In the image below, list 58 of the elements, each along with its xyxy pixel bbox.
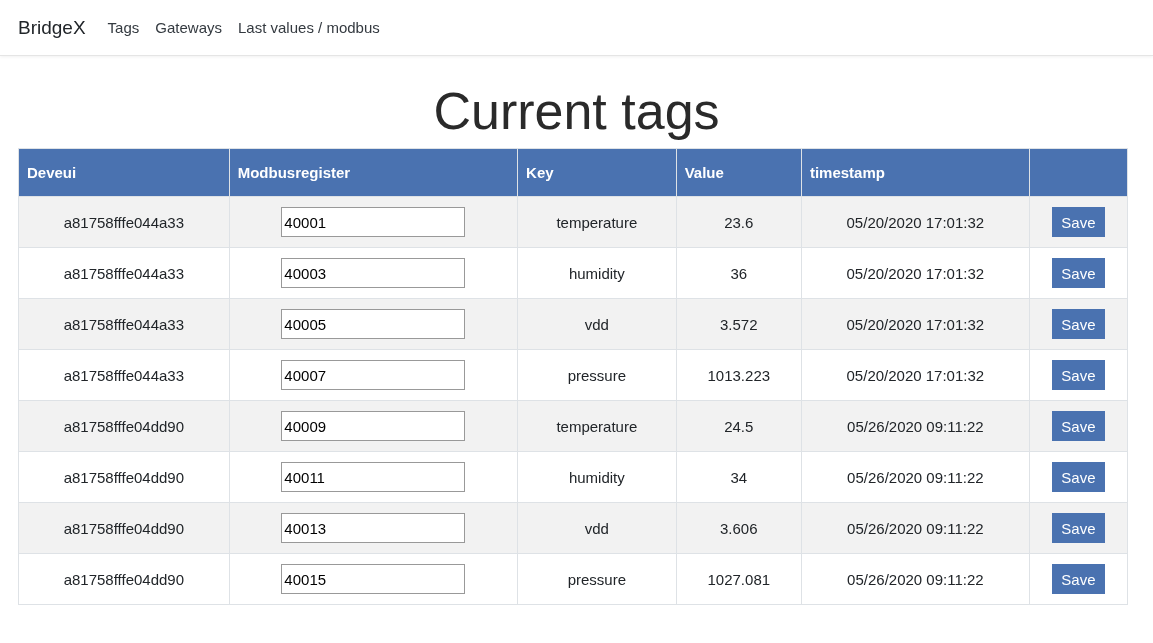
register-input[interactable]: 40003 (281, 258, 466, 288)
table-cell: temperature (517, 196, 677, 248)
table-cell: temperature (517, 400, 677, 452)
column-header: Deveui (18, 148, 230, 197)
nav-link[interactable]: Gateways (155, 19, 222, 36)
column-header: Value (676, 148, 802, 197)
save-button[interactable]: Save (1052, 360, 1105, 390)
nav-link[interactable]: Last values / modbus (238, 19, 380, 36)
table-cell: 24.5 (676, 400, 802, 452)
table-cell: 1013.223 (676, 349, 802, 401)
table-cell: pressure (517, 553, 677, 605)
register-input[interactable]: 40011 (281, 462, 466, 492)
table-cell: 05/26/2020 09:11:22 (801, 451, 1030, 503)
table-cell: 05/20/2020 17:01:32 (801, 349, 1030, 401)
page-title: Current tags (432, 81, 721, 142)
brand-link[interactable]: BridgeX (18, 16, 86, 39)
save-button[interactable]: Save (1052, 258, 1105, 288)
table-cell: a81758fffe04dd90 (18, 553, 230, 605)
table-cell: vdd (517, 502, 677, 554)
table-cell: a81758fffe044a33 (18, 196, 230, 248)
table-cell: 05/26/2020 09:11:22 (801, 553, 1030, 605)
table-cell: a81758fffe044a33 (18, 349, 230, 401)
table-cell: 3.606 (676, 502, 802, 554)
column-header: timestamp (801, 148, 1030, 197)
save-button[interactable]: Save (1052, 564, 1105, 594)
table-cell: vdd (517, 298, 677, 350)
register-input[interactable]: 40015 (281, 564, 466, 594)
save-button[interactable]: Save (1052, 309, 1105, 339)
save-button[interactable]: Save (1052, 462, 1105, 492)
table-cell: a81758fffe044a33 (18, 298, 230, 350)
column-header: Key (517, 148, 677, 197)
table-cell: 05/26/2020 09:11:22 (801, 400, 1030, 452)
register-input[interactable]: 40001 (281, 207, 466, 237)
table-cell: 3.572 (676, 298, 802, 350)
table-cell: 23.6 (676, 196, 802, 248)
table-cell: humidity (517, 247, 677, 299)
table-cell: a81758fffe04dd90 (18, 451, 230, 503)
table-cell: 36 (676, 247, 802, 299)
register-input[interactable]: 40013 (281, 513, 466, 543)
register-input[interactable]: 40005 (281, 309, 466, 339)
table-cell: humidity (517, 451, 677, 503)
table-cell: pressure (517, 349, 677, 401)
column-header: Modbusregister (229, 148, 518, 197)
table-cell: a81758fffe04dd90 (18, 502, 230, 554)
table-cell: a81758fffe04dd90 (18, 400, 230, 452)
table-cell: 05/20/2020 17:01:32 (801, 196, 1030, 248)
save-button[interactable]: Save (1052, 513, 1105, 543)
save-button[interactable]: Save (1052, 411, 1105, 441)
table-cell: 05/20/2020 17:01:32 (801, 298, 1030, 350)
register-input[interactable]: 40007 (281, 360, 466, 390)
table-cell: 1027.081 (676, 553, 802, 605)
table-cell: 05/20/2020 17:01:32 (801, 247, 1030, 299)
save-button[interactable]: Save (1052, 207, 1105, 237)
table-cell: a81758fffe044a33 (18, 247, 230, 299)
nav-link[interactable]: Tags (107, 19, 140, 36)
register-input[interactable]: 40009 (281, 411, 466, 441)
table-cell: 05/26/2020 09:11:22 (801, 502, 1030, 554)
table-cell: 34 (676, 451, 802, 503)
